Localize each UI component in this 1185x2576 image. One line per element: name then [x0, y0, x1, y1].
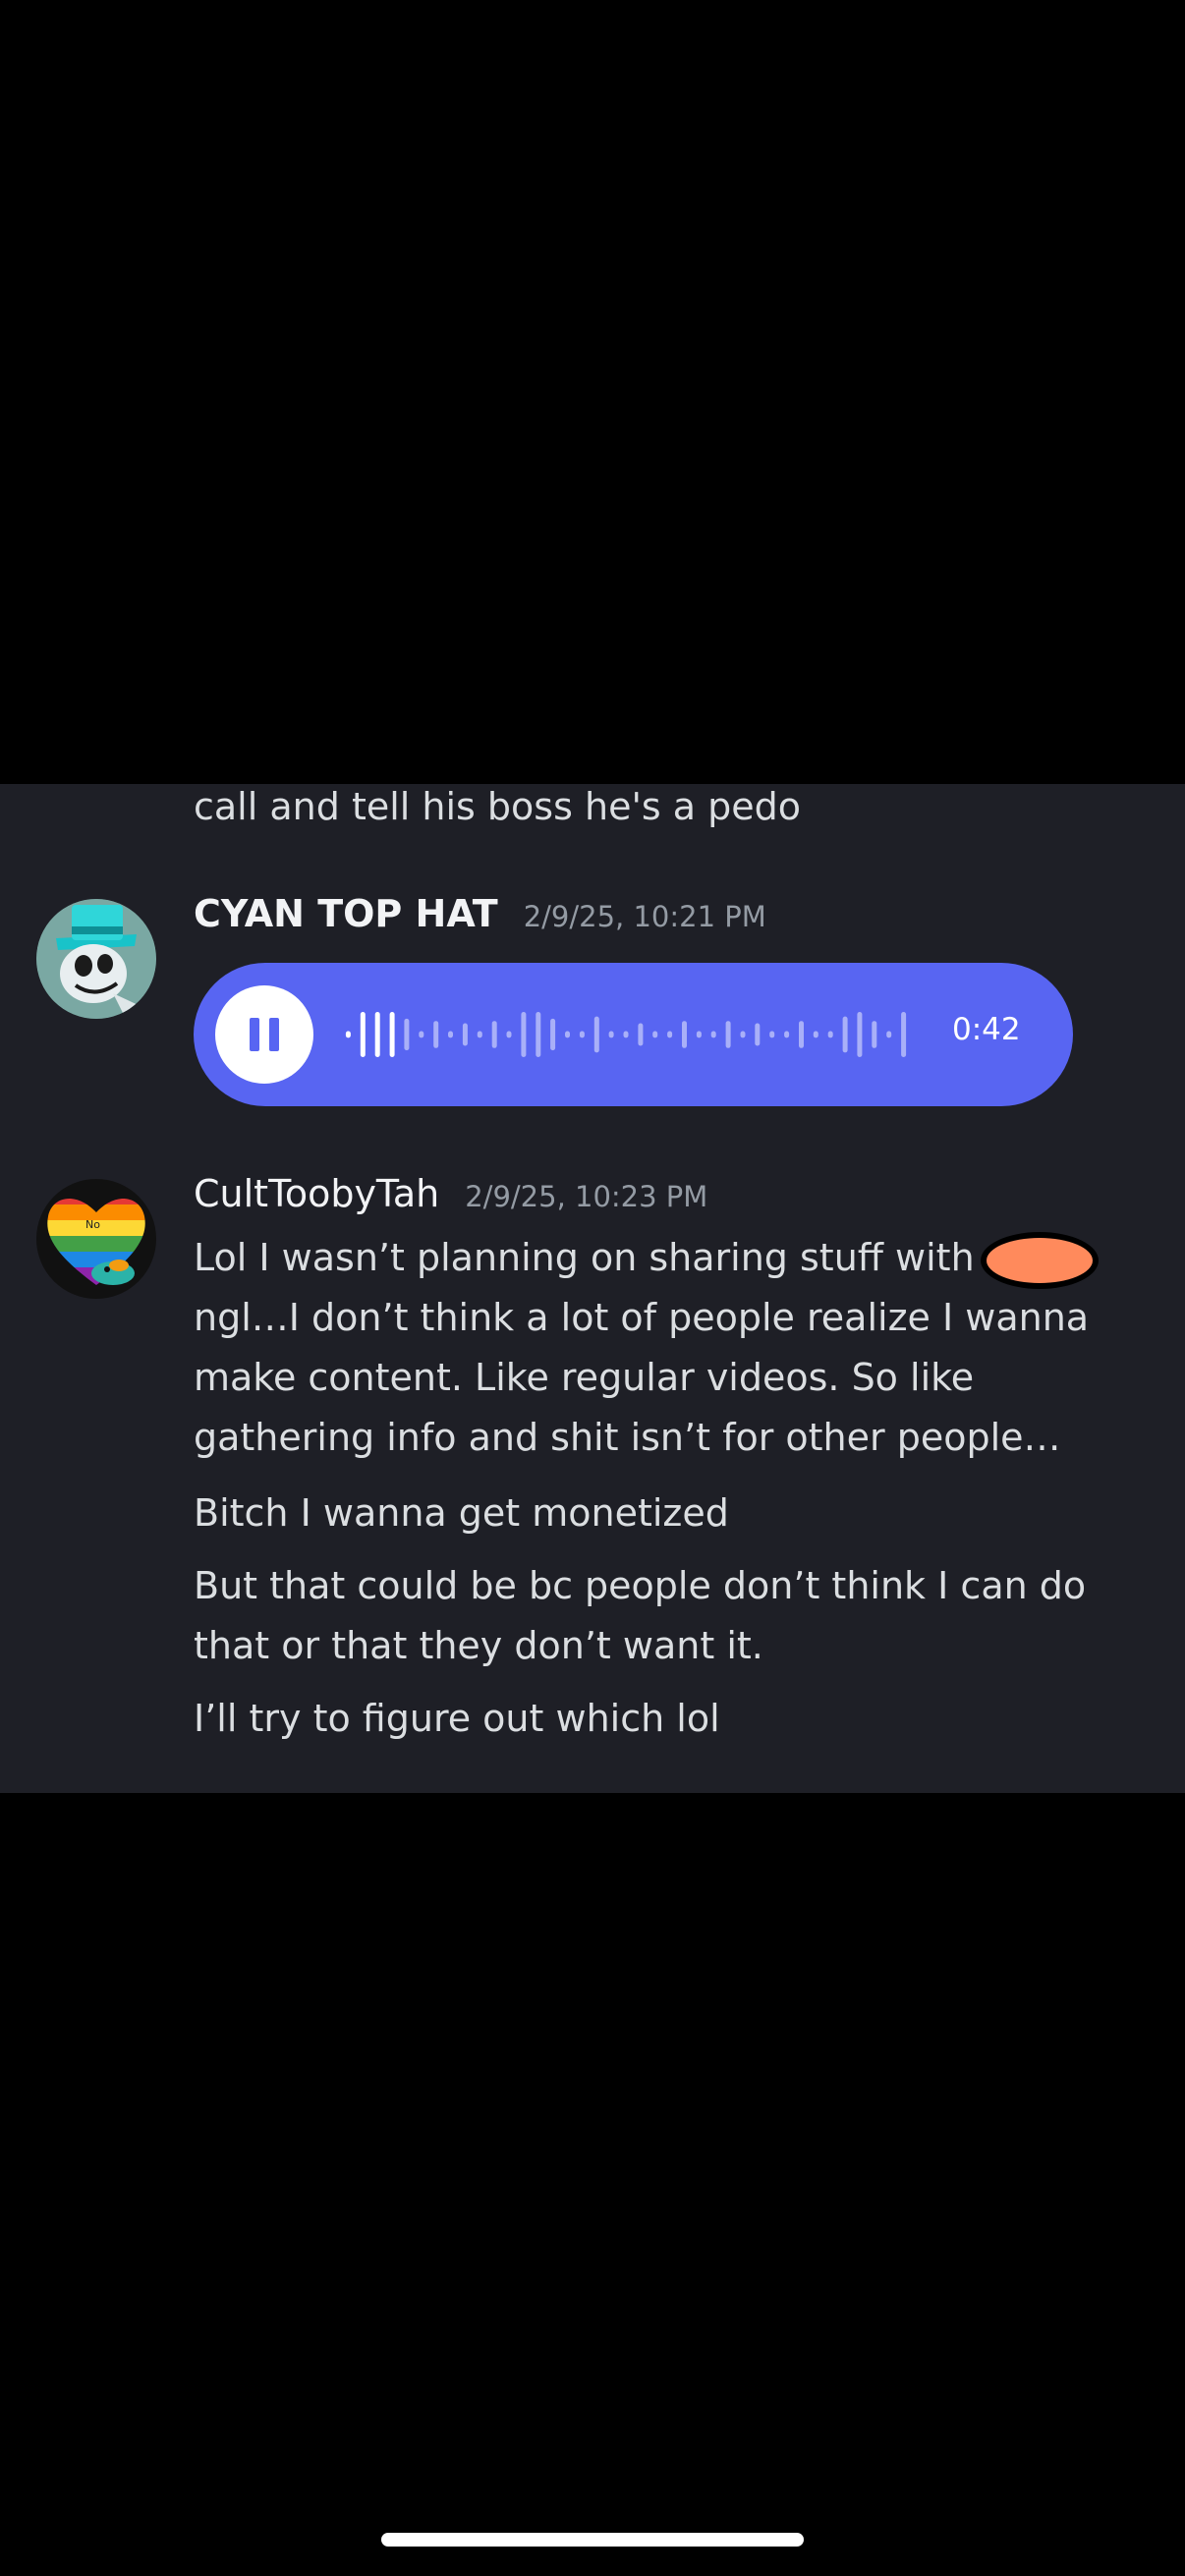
waveform-bar	[550, 1018, 556, 1051]
svg-text:No: No	[85, 1218, 100, 1231]
audio-waveform[interactable]	[341, 997, 911, 1072]
waveform-bar	[886, 1031, 892, 1038]
waveform-bar	[608, 1031, 614, 1038]
timestamp: 2/9/25, 10:21 PM	[523, 900, 766, 933]
waveform-bar	[710, 1031, 716, 1038]
rainbow-heart-avatar-icon: No	[36, 1179, 156, 1299]
waveform-bar	[360, 1012, 366, 1057]
waveform-bar	[565, 1031, 570, 1038]
waveform-bar	[755, 1023, 761, 1046]
waveform-bar	[901, 1012, 907, 1057]
message-line: Bitch I wanna get monetized	[194, 1491, 729, 1535]
home-indicator[interactable]	[381, 2533, 804, 2547]
username[interactable]: CYAN TOP HAT	[194, 892, 498, 935]
waveform-bar	[696, 1031, 702, 1038]
voice-duration: 0:42	[952, 1012, 1021, 1047]
waveform-bar	[857, 1012, 863, 1057]
culttoobytah-avatar[interactable]: No	[36, 1179, 156, 1299]
message-line: ngl…I don’t think a lot of people realiz…	[194, 1296, 1090, 1339]
waveform-bar	[769, 1031, 775, 1038]
waveform-bar	[579, 1031, 585, 1038]
voice-message-player[interactable]: 0:42	[194, 963, 1073, 1106]
waveform-bar	[799, 1021, 804, 1048]
chat-message-list[interactable]: call and tell his boss he's a pedo CYAN …	[0, 784, 1185, 1793]
waveform-bar	[725, 1021, 731, 1048]
previous-message-text: call and tell his boss he's a pedo	[194, 785, 802, 828]
waveform-bar	[638, 1023, 644, 1046]
waveform-bar	[506, 1031, 512, 1038]
message-header: CultToobyTah 2/9/25, 10:23 PM	[194, 1172, 707, 1215]
waveform-bar	[784, 1031, 790, 1038]
message-paragraph: I’ll try to figure out which lol	[194, 1689, 1117, 1749]
waveform-bar	[682, 1021, 687, 1048]
waveform-bar	[623, 1031, 629, 1038]
message-line: that or that they don’t want it.	[194, 1624, 763, 1667]
username[interactable]: CultToobyTah	[194, 1172, 439, 1215]
waveform-bar	[433, 1021, 439, 1048]
waveform-bar	[404, 1018, 410, 1051]
cyan-top-hat-avatar-icon	[36, 899, 156, 1019]
redaction-scribble	[986, 1237, 1093, 1283]
waveform-bar	[813, 1031, 818, 1038]
message-line: But that could be bc people don’t think …	[194, 1564, 1087, 1607]
pause-button[interactable]	[215, 985, 313, 1084]
waveform-bar	[521, 1012, 527, 1057]
waveform-bar	[477, 1031, 482, 1038]
screen: call and tell his boss he's a pedo CYAN …	[0, 0, 1185, 2576]
message-header: CYAN TOP HAT 2/9/25, 10:21 PM	[194, 892, 766, 935]
waveform-bar	[652, 1031, 658, 1038]
waveform-bar	[740, 1031, 746, 1038]
message-paragraph: Bitch I wanna get monetized	[194, 1484, 1117, 1543]
waveform-bar	[448, 1031, 453, 1038]
waveform-bar	[667, 1031, 673, 1038]
cyan-top-hat-avatar[interactable]	[36, 899, 156, 1019]
waveform-bar	[389, 1012, 395, 1057]
waveform-bar	[419, 1031, 424, 1038]
waveform-bar	[345, 1031, 351, 1038]
waveform-bar	[593, 1016, 599, 1053]
waveform-bar	[491, 1021, 497, 1048]
message-line: I’ll try to figure out which lol	[194, 1697, 720, 1740]
message-paragraph: But that could be bc people don’t think …	[194, 1556, 1117, 1676]
message-line: make content. Like regular videos. So li…	[194, 1356, 975, 1399]
message-line: Lol I wasn’t planning on sharing stuff w…	[194, 1228, 1117, 1288]
message-line: gathering info and shit isn’t for other …	[194, 1416, 1061, 1459]
waveform-bar	[536, 1012, 541, 1057]
waveform-bar	[374, 1012, 380, 1057]
waveform-bar	[872, 1021, 877, 1048]
waveform-bar	[827, 1031, 833, 1038]
message-paragraph: Lol I wasn’t planning on sharing stuff w…	[194, 1228, 1117, 1468]
waveform-bar	[462, 1023, 468, 1046]
timestamp: 2/9/25, 10:23 PM	[465, 1180, 708, 1213]
waveform-bar	[842, 1016, 848, 1053]
